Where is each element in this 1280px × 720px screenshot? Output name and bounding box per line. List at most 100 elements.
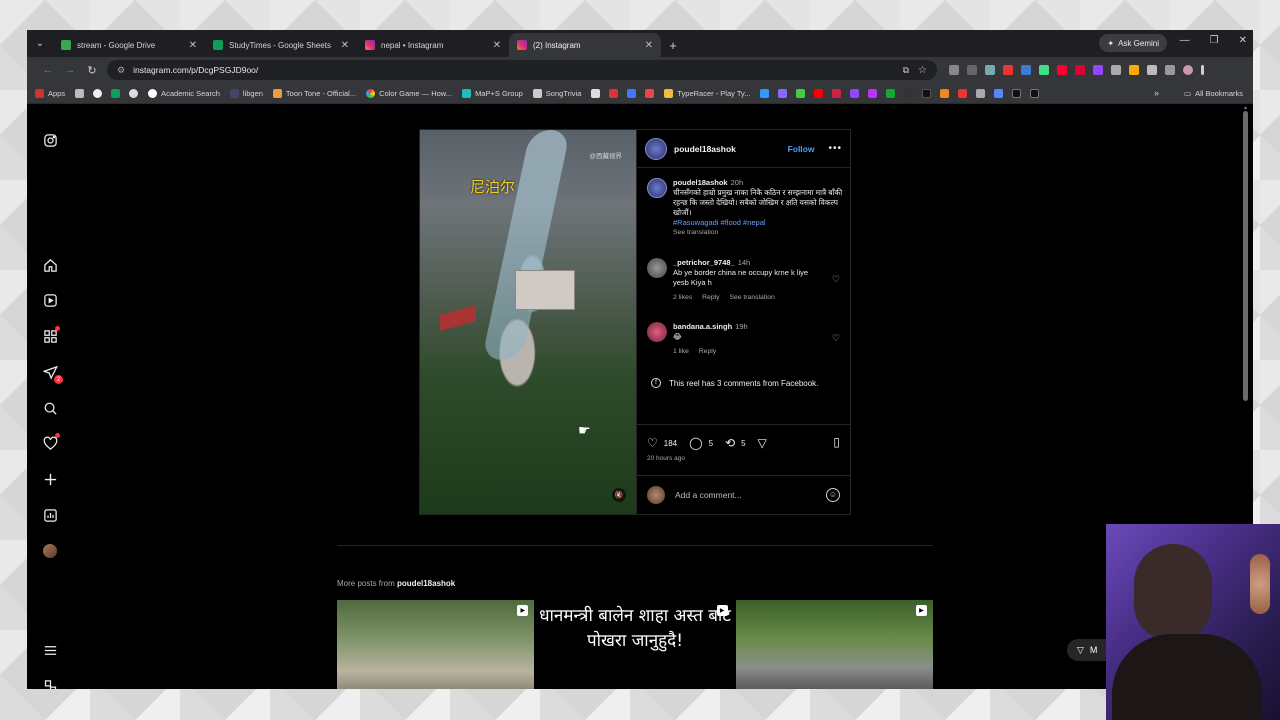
extension-icon[interactable] (1003, 65, 1013, 75)
mute-icon[interactable]: 🔇 (612, 488, 626, 502)
close-icon[interactable]: ✕ (645, 40, 653, 51)
caption-username[interactable]: poudel18ashok (673, 178, 728, 187)
bookmark-icon[interactable] (778, 88, 788, 98)
extension-icon[interactable] (1129, 65, 1139, 75)
instagram-logo-icon[interactable] (41, 131, 59, 149)
scrollbar-thumb[interactable] (1243, 111, 1248, 401)
all-bookmarks-button[interactable]: ▭ All Bookmarks (1184, 89, 1243, 98)
bookmark-icon[interactable] (832, 88, 842, 98)
close-icon[interactable]: ✕ (341, 40, 349, 51)
extension-icon[interactable] (1075, 65, 1085, 75)
restore-icon[interactable]: ❐ (1210, 35, 1219, 46)
post-thumbnail[interactable]: ▶ (337, 600, 535, 689)
mute-tab-icon[interactable] (949, 65, 959, 75)
profile-avatar[interactable] (43, 544, 57, 558)
post-thumbnail[interactable]: ▶ (735, 600, 933, 689)
commenter-avatar[interactable] (647, 322, 667, 342)
extension-icon[interactable] (1057, 65, 1067, 75)
minimize-icon[interactable]: — (1180, 35, 1190, 46)
youtube-icon[interactable] (814, 88, 824, 98)
commenter-avatar[interactable] (647, 258, 667, 278)
bookmark-toon-tone[interactable]: Toon Tone - Official... (272, 88, 356, 98)
x-icon[interactable] (1030, 88, 1040, 98)
explore-grid-icon[interactable] (41, 326, 60, 345)
bookmarks-overflow-chevron-icon[interactable]: » (1154, 88, 1159, 98)
messages-icon[interactable]: 2 (41, 363, 63, 384)
tiktok-icon[interactable] (922, 88, 932, 98)
tab-google-drive[interactable]: stream - Google Drive ✕ (53, 33, 205, 57)
save-bookmark-icon[interactable]: ▯ (833, 435, 840, 449)
bookmark-academic-search[interactable]: Academic Search (148, 88, 220, 98)
close-window-icon[interactable]: ✕ (1239, 35, 1247, 46)
bookmark-color-game[interactable]: Color Game — How... (366, 88, 452, 98)
extension-icon[interactable] (985, 65, 995, 75)
reels-icon[interactable] (41, 291, 59, 309)
search-icon[interactable] (41, 399, 59, 417)
twitch-icon[interactable] (850, 88, 860, 98)
grid-icon[interactable] (75, 88, 85, 98)
see-translation-link[interactable]: See translation (729, 294, 774, 301)
home-icon[interactable] (41, 256, 59, 274)
create-plus-icon[interactable] (41, 470, 59, 488)
author-avatar[interactable] (645, 137, 667, 160)
bookmark-apps[interactable]: Apps (35, 88, 65, 98)
caption-see-translation[interactable]: See translation (673, 228, 847, 238)
extension-icon[interactable] (1039, 65, 1049, 75)
bookmark-icon[interactable] (868, 88, 878, 98)
share-send-icon[interactable]: ▽ (758, 436, 767, 450)
bookmark-icon[interactable] (796, 88, 806, 98)
bookmark-icon[interactable] (760, 88, 770, 98)
bookmark-icon[interactable] (886, 88, 896, 98)
threads-meta-icon[interactable] (41, 677, 59, 689)
github-icon[interactable] (93, 88, 103, 98)
address-bar[interactable]: ⚙ instagram.com/p/DcgPSGJD9oo/ ⧉ ☆ (107, 60, 937, 80)
bookmark-songtrivia[interactable]: SongTrivia (532, 88, 581, 98)
menu-kebab-icon[interactable] (1201, 65, 1204, 75)
comment-likes[interactable]: 1 like (673, 348, 689, 355)
profile-avatar[interactable] (1183, 65, 1193, 75)
author-avatar[interactable] (647, 178, 667, 198)
bookmark-maps-group[interactable]: MaP+S Group (462, 88, 523, 98)
comment-input[interactable] (675, 489, 805, 500)
follow-button[interactable]: Follow (788, 144, 815, 154)
like-comment-heart-icon[interactable]: ♡ (832, 333, 840, 344)
bookmark-icon[interactable] (958, 88, 968, 98)
caption-hashtags[interactable]: #Rasuwagadi #flood #nepal (673, 218, 847, 228)
bookmark-libgen[interactable]: libgen (229, 88, 263, 98)
bookmark-icon[interactable] (976, 88, 986, 98)
bookmark-typeracer[interactable]: TypeRacer - Play Ty... (664, 88, 750, 98)
dashboard-chart-icon[interactable] (41, 506, 59, 524)
tab-google-sheets[interactable]: StudyTimes - Google Sheets ✕ (205, 33, 357, 57)
install-app-icon[interactable]: ⧉ (903, 65, 909, 76)
new-tab-button[interactable]: + (661, 33, 685, 57)
chatgpt-icon[interactable] (129, 88, 139, 98)
forward-arrow-icon[interactable]: → (59, 64, 81, 76)
close-icon[interactable]: ✕ (493, 40, 501, 51)
reply-button[interactable]: Reply (699, 348, 716, 355)
comment-bubble-icon[interactable]: ◯ (689, 436, 702, 450)
reload-icon[interactable]: ↻ (81, 64, 103, 77)
shield-icon[interactable] (591, 88, 601, 98)
more-options-icon[interactable]: ••• (828, 143, 842, 154)
comment-username[interactable]: _petrichor_9748_ (673, 258, 735, 267)
comment-likes[interactable]: 2 likes (673, 294, 692, 301)
more-menu-icon[interactable] (41, 641, 59, 659)
post-thumbnail[interactable]: धानमन्त्री बालेन शाहा अस्त बाट पोखरा जान… (536, 600, 734, 689)
extension-icon[interactable] (967, 65, 977, 75)
extension-icon[interactable] (1111, 65, 1121, 75)
author-username[interactable]: poudel18ashok (674, 144, 736, 154)
puzzle-icon[interactable] (1147, 65, 1157, 75)
tab-instagram-nepal[interactable]: nepal • Instagram ✕ (357, 33, 509, 57)
repost-icon[interactable]: ⟲ (725, 436, 735, 450)
bookmark-icon[interactable] (994, 88, 1004, 98)
calendar-icon[interactable] (609, 88, 619, 98)
likes-count[interactable]: 184 (664, 439, 677, 448)
facebook-comments-note[interactable]: f This reel has 3 comments from Facebook… (651, 378, 818, 388)
sheets-icon[interactable] (111, 88, 121, 98)
back-arrow-icon[interactable]: ← (37, 64, 59, 76)
reel-video[interactable]: 尼泊尔 @西藏视界 ☛ 🔇 (420, 130, 636, 514)
extension-icon[interactable] (1021, 65, 1031, 75)
close-icon[interactable]: ✕ (189, 40, 197, 51)
bookmark-star-icon[interactable]: ☆ (918, 65, 927, 76)
site-info-icon[interactable]: ⚙ (117, 65, 125, 76)
